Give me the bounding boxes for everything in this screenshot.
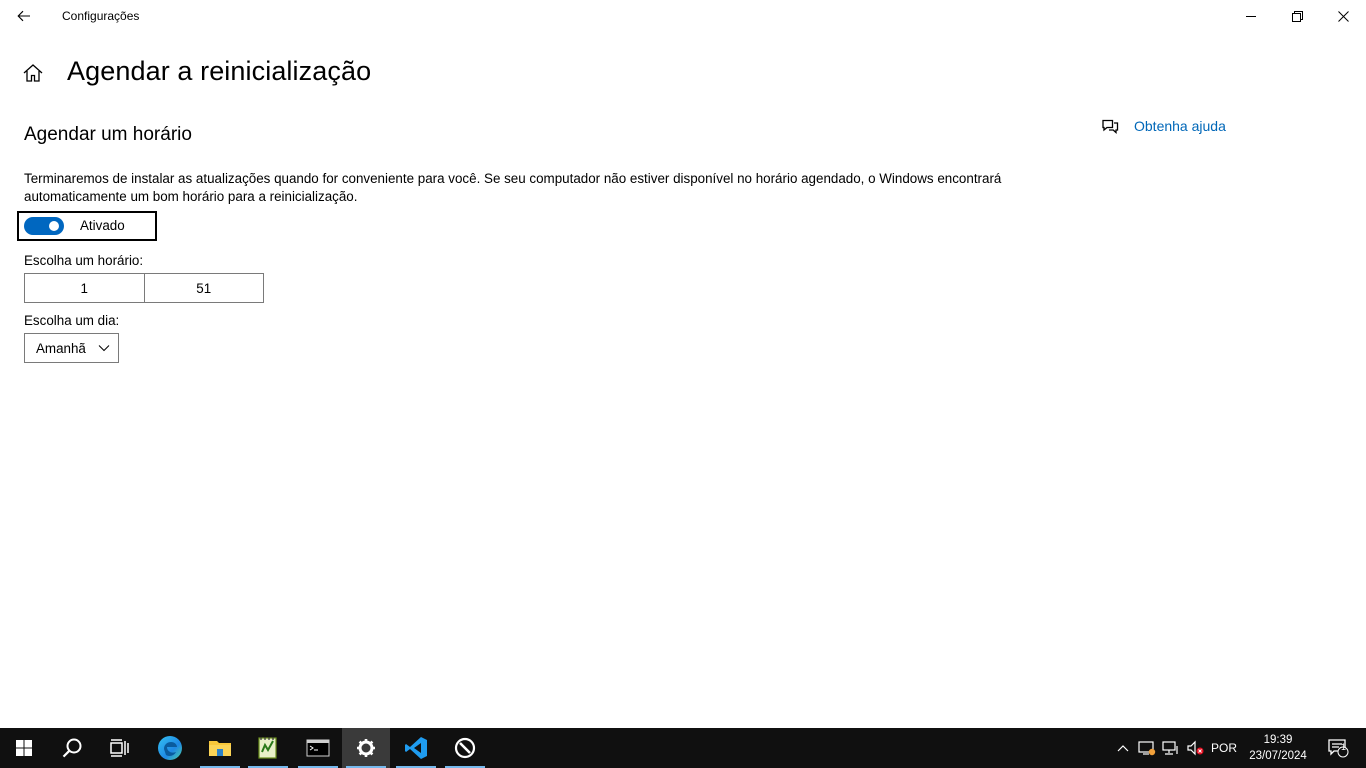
show-hidden-icons-button[interactable] bbox=[1112, 728, 1134, 768]
close-button[interactable] bbox=[1320, 0, 1366, 32]
day-selected-value: Amanhã bbox=[36, 340, 86, 356]
network-icon bbox=[1162, 741, 1178, 755]
vscode-icon bbox=[405, 737, 427, 759]
terminal-icon bbox=[306, 739, 330, 757]
security-alert-icon bbox=[1138, 741, 1156, 756]
day-dropdown[interactable]: Amanhã bbox=[24, 333, 119, 363]
task-view-button[interactable] bbox=[96, 728, 144, 768]
task-view-icon bbox=[110, 739, 129, 757]
edge-icon bbox=[158, 736, 182, 760]
toggle-switch[interactable] bbox=[24, 217, 64, 235]
window-title: Configurações bbox=[62, 9, 140, 23]
help-icon-wrapper[interactable] bbox=[1100, 116, 1120, 136]
app-icon bbox=[454, 737, 476, 759]
taskbar-app-other[interactable] bbox=[441, 728, 489, 768]
start-button[interactable] bbox=[0, 728, 48, 768]
section-title: Agendar um horário bbox=[24, 124, 192, 145]
clock-time: 19:39 bbox=[1263, 734, 1293, 746]
chevron-down-icon bbox=[98, 345, 110, 352]
home-button[interactable] bbox=[22, 62, 46, 86]
toggle-label: Ativado bbox=[80, 218, 125, 233]
taskbar-app-terminal[interactable] bbox=[294, 728, 342, 768]
page-title: Agendar a reinicialização bbox=[67, 56, 372, 86]
home-icon bbox=[23, 64, 43, 82]
chat-help-icon bbox=[1102, 119, 1119, 134]
file-explorer-icon bbox=[209, 741, 231, 756]
search-button[interactable] bbox=[48, 728, 96, 768]
description-text: Terminaremos de instalar as atualizações… bbox=[24, 171, 1002, 204]
minute-field[interactable]: 51 bbox=[143, 274, 264, 302]
minimize-button[interactable] bbox=[1228, 0, 1274, 32]
restart-schedule-toggle[interactable]: Ativado bbox=[17, 211, 157, 241]
clock[interactable]: 19:39 23/07/2024 bbox=[1243, 732, 1313, 764]
restore-button[interactable] bbox=[1274, 0, 1320, 32]
minimize-icon bbox=[1246, 16, 1256, 17]
search-icon bbox=[62, 738, 82, 758]
clock-date: 23/07/2024 bbox=[1249, 750, 1307, 762]
taskbar: POR 19:39 23/07/2024 1 bbox=[0, 728, 1366, 768]
title-bar: Configurações bbox=[0, 0, 1366, 32]
action-center-button[interactable]: 1 bbox=[1320, 728, 1356, 768]
taskbar-app-settings[interactable] bbox=[342, 728, 390, 768]
time-label: Escolha um horário: bbox=[24, 253, 144, 268]
tray-network-button[interactable] bbox=[1160, 728, 1182, 768]
restore-icon bbox=[1291, 10, 1303, 22]
back-arrow-icon bbox=[17, 10, 30, 22]
settings-icon bbox=[357, 739, 375, 757]
taskbar-app-vscode[interactable] bbox=[392, 728, 440, 768]
tray-security-button[interactable] bbox=[1136, 728, 1158, 768]
notification-count: 1 bbox=[1341, 742, 1347, 752]
time-picker[interactable]: 1 51 bbox=[24, 273, 264, 303]
taskbar-app-explorer[interactable] bbox=[196, 728, 244, 768]
toggle-knob bbox=[49, 221, 59, 231]
chevron-up-icon bbox=[1117, 745, 1129, 752]
back-button[interactable] bbox=[8, 0, 40, 32]
taskbar-app-notepad-plus[interactable] bbox=[244, 728, 292, 768]
get-help-link[interactable]: Obtenha ajuda bbox=[1134, 118, 1226, 134]
taskbar-app-edge[interactable] bbox=[146, 728, 194, 768]
tray-volume-button[interactable] bbox=[1184, 728, 1206, 768]
day-label: Escolha um dia: bbox=[24, 313, 120, 328]
volume-muted-icon bbox=[1187, 740, 1204, 756]
hour-field[interactable]: 1 bbox=[25, 274, 144, 302]
close-icon bbox=[1337, 10, 1349, 22]
language-indicator[interactable]: POR bbox=[1208, 728, 1240, 768]
start-icon bbox=[16, 740, 32, 756]
notepad-plus-icon bbox=[258, 737, 277, 759]
